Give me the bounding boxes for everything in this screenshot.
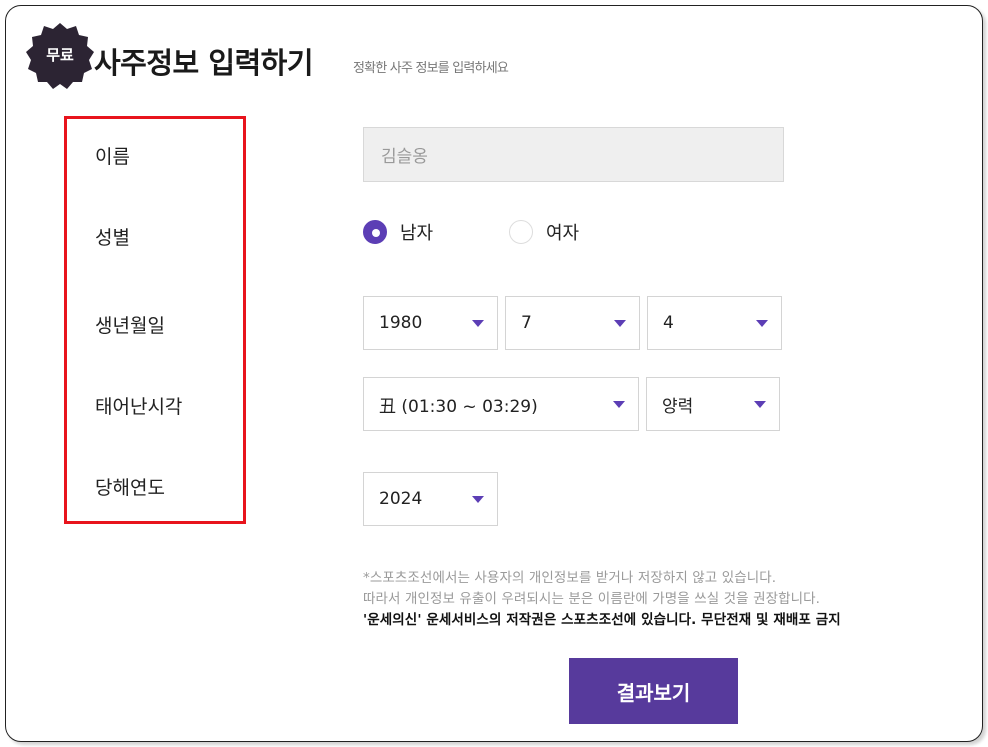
dropdown-caret-icon [472,320,484,327]
dropdown-caret-icon [754,401,766,408]
calendar-type-select[interactable]: 양력 [646,377,780,431]
birth-month-select[interactable]: 7 [505,296,640,350]
dropdown-caret-icon [613,401,625,408]
birth-year-select[interactable]: 1980 [363,296,498,350]
badge-label: 무료 [46,45,74,64]
dropdown-caret-icon [472,496,484,503]
birth-year-value: 1980 [379,313,423,333]
free-badge: 무료 [25,22,95,92]
birth-day-value: 4 [663,313,674,333]
copyright-notice: '운세의신' 운세서비스의 저작권은 스포츠조선에 있습니다. 무단전재 및 재… [363,612,841,628]
calendar-type-value: 양력 [662,396,694,417]
label-birth-time: 태어난시각 [95,396,183,418]
gender-female-label: 여자 [546,223,580,244]
label-gender: 성별 [95,227,130,249]
birth-day-select[interactable]: 4 [647,296,782,350]
target-year-value: 2024 [379,489,423,509]
label-birthdate: 생년월일 [95,315,165,337]
radio-unchecked-icon [509,220,533,244]
gender-radio-female[interactable]: 여자 [509,219,579,245]
target-year-select[interactable]: 2024 [363,472,498,526]
privacy-notice: *스포츠조선에서는 사용자의 개인정보를 받거나 저장하지 않고 있습니다. 따… [363,568,841,631]
dropdown-caret-icon [614,320,626,327]
dropdown-caret-icon [756,320,768,327]
notice-line-1: *스포츠조선에서는 사용자의 개인정보를 받거나 저장하지 않고 있습니다. [363,570,777,586]
radio-checked-icon [363,220,387,244]
label-target-year: 당해연도 [95,477,165,499]
view-result-button[interactable]: 결과보기 [569,658,738,724]
page-subtitle: 정확한 사주 정보를 입력하세요 [353,61,509,76]
birth-month-value: 7 [521,313,532,333]
name-input[interactable]: 김슬옹 [363,127,784,182]
label-name: 이름 [95,146,130,168]
gender-radio-male[interactable]: 남자 [363,219,433,245]
birth-time-value: 丑 (01:30 ~ 03:29) [379,396,538,417]
birth-time-select[interactable]: 丑 (01:30 ~ 03:29) [363,377,639,431]
gender-male-label: 남자 [400,223,434,244]
page-title: 사주정보 입력하기 [94,46,314,80]
notice-line-2: 따라서 개인정보 유출이 우려되시는 분은 이름란에 가명을 쓰실 것을 권장합… [363,591,821,607]
